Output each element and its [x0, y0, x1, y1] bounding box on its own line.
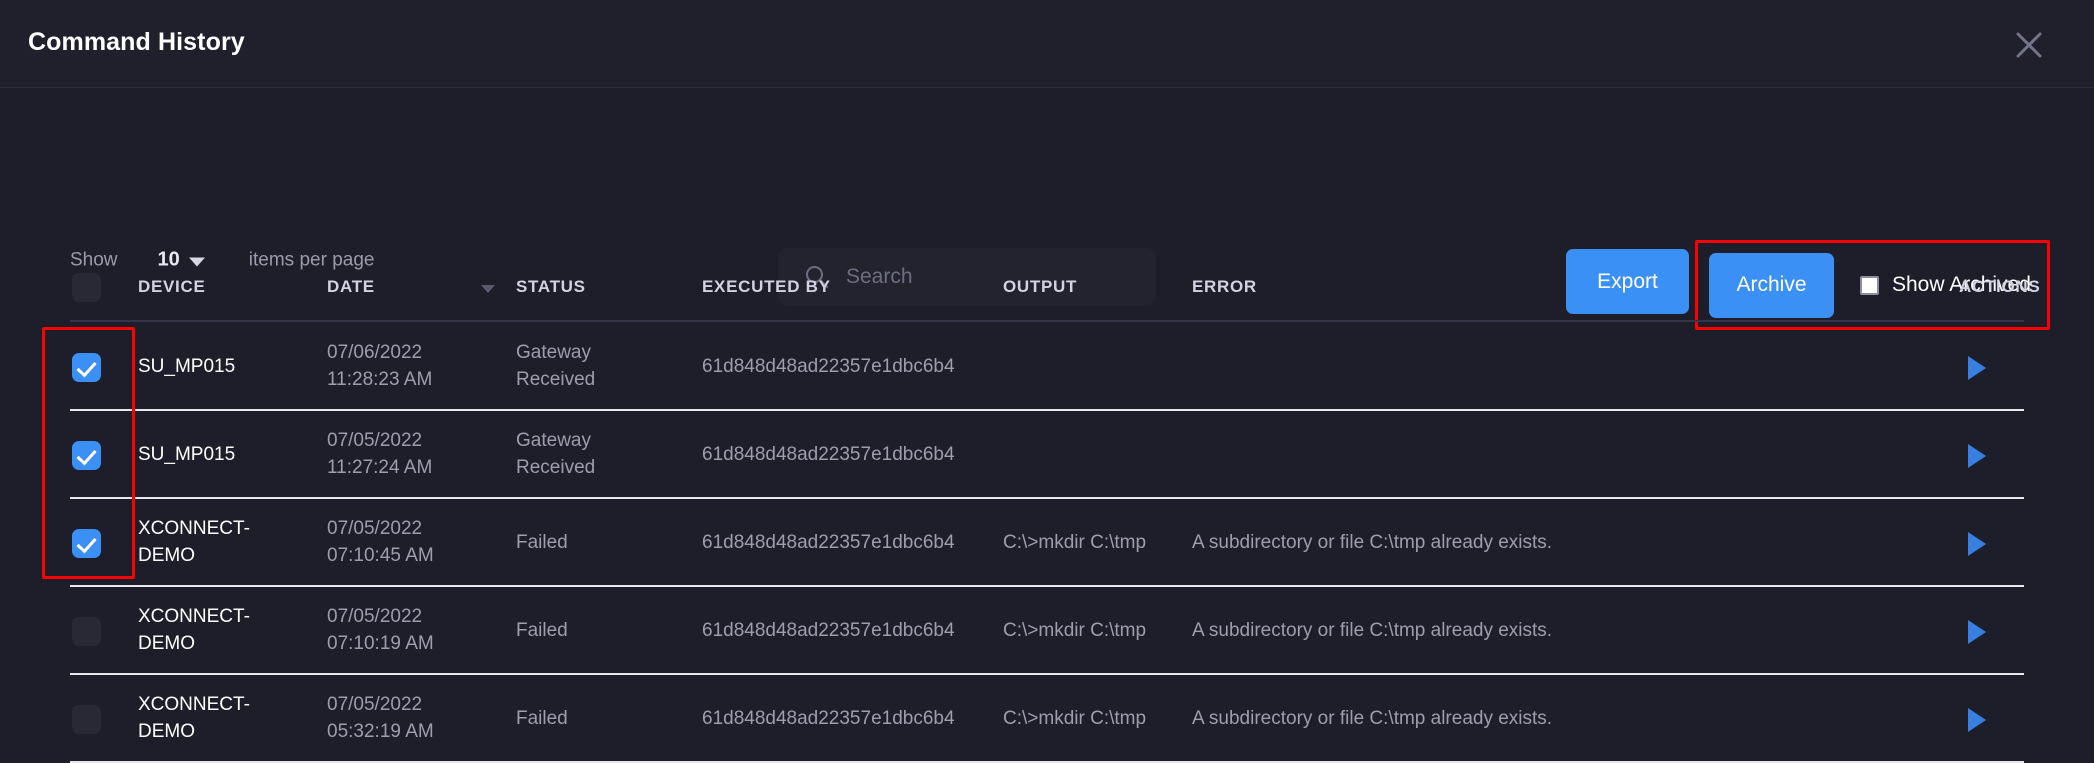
command-history-table: DEVICE DATE STATUS EXECUTED BY OUTPUT ER…	[0, 255, 2094, 763]
column-header-output[interactable]: OUTPUT	[1003, 277, 1077, 297]
row-select-checkbox[interactable]	[72, 441, 101, 470]
row-expand-icon[interactable]	[1968, 620, 1986, 644]
cell-date: 07/05/2022 07:10:45 AM	[327, 515, 477, 569]
cell-device: SU_MP015	[138, 444, 236, 465]
cell-status: Gateway Received	[516, 342, 596, 390]
cell-date-day: 07/05/2022	[327, 518, 423, 539]
cell-date: 07/06/2022 11:28:23 AM	[327, 339, 477, 393]
column-header-status[interactable]: STATUS	[516, 277, 586, 297]
row-select-checkbox[interactable]	[72, 617, 101, 646]
cell-date-day: 07/06/2022	[327, 342, 423, 363]
select-all-checkbox[interactable]	[72, 273, 101, 302]
table-toolbar: Show 10 items per page Export Archive Sh…	[0, 88, 2094, 330]
cell-date: 07/05/2022 05:32:19 AM	[327, 691, 477, 745]
row-expand-icon[interactable]	[1968, 708, 1986, 732]
cell-date-day: 07/05/2022	[327, 430, 423, 451]
cell-executed-by: 61d848d48ad22357e1dbc6b4	[702, 708, 955, 729]
table-body: SU_MP015 07/06/2022 11:28:23 AM Gateway Rec…	[0, 323, 2094, 763]
cell-status: Gateway Received	[516, 430, 596, 478]
table-row[interactable]: XCONNECT-DEMO 07/05/2022 05:32:19 AM Failed…	[0, 675, 2094, 763]
cell-date-time: 11:28:23 AM	[327, 369, 433, 390]
cell-output: C:\>mkdir C:\tmp	[1003, 620, 1147, 641]
cell-executed-by: 61d848d48ad22357e1dbc6b4	[702, 532, 955, 553]
sort-desc-icon[interactable]	[481, 285, 495, 293]
cell-error: A subdirectory or file C:\tmp already ex…	[1192, 708, 1553, 729]
table-row[interactable]: SU_MP015 07/06/2022 11:28:23 AM Gateway Rec…	[0, 323, 2094, 411]
cell-date-time: 07:10:45 AM	[327, 545, 434, 566]
cell-executed-by: 61d848d48ad22357e1dbc6b4	[702, 356, 955, 377]
cell-date-day: 07/05/2022	[327, 606, 423, 627]
cell-date: 07/05/2022 11:27:24 AM	[327, 427, 477, 481]
cell-output: C:\>mkdir C:\tmp	[1003, 532, 1147, 553]
cell-executed-by: 61d848d48ad22357e1dbc6b4	[702, 444, 955, 465]
row-select-checkbox[interactable]	[72, 353, 101, 382]
column-header-executed-by[interactable]: EXECUTED BY	[702, 277, 831, 297]
page-title: Command History	[28, 28, 245, 56]
table-row[interactable]: XCONNECT-DEMO 07/05/2022 07:10:45 AM Failed…	[0, 499, 2094, 587]
row-expand-icon[interactable]	[1968, 356, 1986, 380]
table-header-row: DEVICE DATE STATUS EXECUTED BY OUTPUT ER…	[0, 255, 2094, 323]
cell-date-time: 07:10:19 AM	[327, 633, 434, 654]
row-expand-icon[interactable]	[1968, 532, 1986, 556]
close-icon[interactable]	[2012, 28, 2046, 62]
column-header-device[interactable]: DEVICE	[138, 277, 206, 297]
cell-date-day: 07/05/2022	[327, 694, 423, 715]
window-titlebar: Command History	[0, 0, 2094, 88]
row-expand-icon[interactable]	[1968, 444, 1986, 468]
cell-device: XCONNECT-DEMO	[138, 694, 250, 742]
cell-error: A subdirectory or file C:\tmp already ex…	[1192, 532, 1553, 553]
cell-date-time: 11:27:24 AM	[327, 457, 433, 478]
table-row[interactable]: XCONNECT-DEMO 07/05/2022 07:10:19 AM Failed…	[0, 587, 2094, 675]
column-header-error[interactable]: ERROR	[1192, 277, 1257, 297]
table-row[interactable]: SU_MP015 07/05/2022 11:27:24 AM Gateway Rec…	[0, 411, 2094, 499]
cell-error: A subdirectory or file C:\tmp already ex…	[1192, 620, 1553, 641]
cell-status: Failed	[516, 532, 568, 553]
column-header-date[interactable]: DATE	[327, 277, 375, 297]
cell-status: Failed	[516, 620, 568, 641]
cell-output: C:\>mkdir C:\tmp	[1003, 708, 1147, 729]
cell-status: Failed	[516, 708, 568, 729]
cell-executed-by: 61d848d48ad22357e1dbc6b4	[702, 620, 955, 641]
cell-device: SU_MP015	[138, 356, 236, 377]
cell-date-time: 05:32:19 AM	[327, 721, 434, 742]
header-divider	[70, 320, 2024, 322]
row-select-checkbox[interactable]	[72, 705, 101, 734]
column-header-actions: ACTIONS	[1959, 277, 2041, 296]
cell-device: XCONNECT-DEMO	[138, 606, 250, 654]
cell-date: 07/05/2022 07:10:19 AM	[327, 603, 477, 657]
row-select-checkbox[interactable]	[72, 529, 101, 558]
cell-device: XCONNECT-DEMO	[138, 518, 250, 566]
